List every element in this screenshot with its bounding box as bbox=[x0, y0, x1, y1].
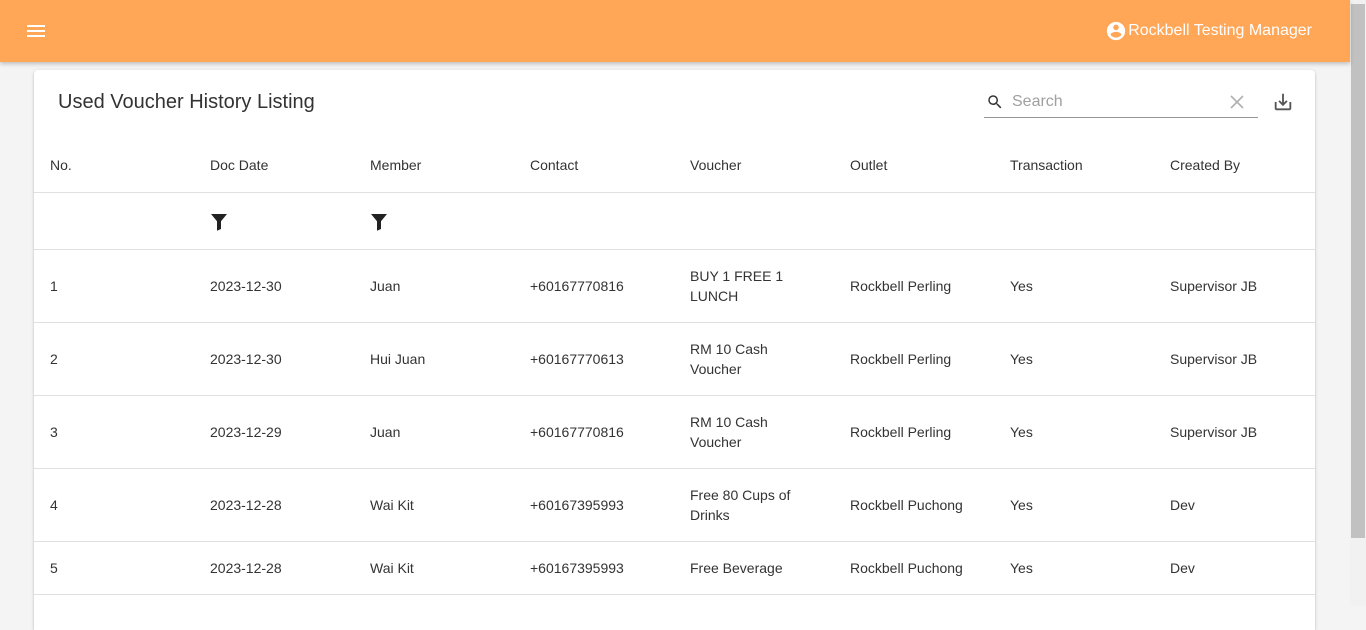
cell-voucher: RM 10 Cash Voucher bbox=[674, 395, 834, 469]
table-row[interactable]: 1 2023-12-30 Juan +60167770816 BUY 1 FRE… bbox=[34, 249, 1315, 323]
column-header-doc-date[interactable]: Doc Date bbox=[194, 138, 354, 193]
table-row[interactable]: 3 2023-12-29 Juan +60167770816 RM 10 Cas… bbox=[34, 395, 1315, 469]
cell-transaction: Yes bbox=[994, 541, 1154, 595]
table-row[interactable]: 2 2023-12-30 Hui Juan +60167770613 RM 10… bbox=[34, 322, 1315, 396]
cell-doc-date: 2023-12-28 bbox=[194, 541, 354, 595]
cell-no: 3 bbox=[34, 395, 194, 469]
cell-doc-date: 2023-12-30 bbox=[194, 322, 354, 396]
cell-doc-date: 2023-12-30 bbox=[194, 249, 354, 323]
voucher-history-table: No. Doc Date Member Contact Voucher Outl… bbox=[34, 138, 1315, 595]
column-header-created-by[interactable]: Created By bbox=[1154, 138, 1315, 193]
column-header-contact[interactable]: Contact bbox=[514, 138, 674, 193]
page-title: Used Voucher History Listing bbox=[58, 91, 315, 113]
filter-cell-empty bbox=[674, 192, 834, 250]
cell-transaction: Yes bbox=[994, 249, 1154, 323]
user-name: Rockbell Testing Manager bbox=[1128, 22, 1312, 39]
cell-member: Juan bbox=[354, 249, 514, 323]
cell-no: 4 bbox=[34, 468, 194, 542]
cell-transaction: Yes bbox=[994, 322, 1154, 396]
column-header-member[interactable]: Member bbox=[354, 138, 514, 193]
cell-member: Wai Kit bbox=[354, 541, 514, 595]
cell-doc-date: 2023-12-29 bbox=[194, 395, 354, 469]
filter-icon[interactable] bbox=[370, 213, 388, 236]
filter-cell-empty bbox=[834, 192, 994, 250]
cell-no: 2 bbox=[34, 322, 194, 396]
filter-cell-empty bbox=[1154, 192, 1315, 250]
cell-created-by: Supervisor JB bbox=[1154, 395, 1315, 469]
cell-created-by: Dev bbox=[1154, 541, 1315, 595]
cell-outlet: Rockbell Perling bbox=[834, 249, 994, 323]
cell-doc-date: 2023-12-28 bbox=[194, 468, 354, 542]
cell-transaction: Yes bbox=[994, 395, 1154, 469]
account-circle-icon bbox=[1107, 21, 1126, 41]
cell-outlet: Rockbell Perling bbox=[834, 322, 994, 396]
column-header-transaction[interactable]: Transaction bbox=[994, 138, 1154, 193]
table-row[interactable]: 4 2023-12-28 Wai Kit +60167395993 Free 8… bbox=[34, 468, 1315, 542]
cell-outlet: Rockbell Puchong bbox=[834, 468, 994, 542]
cell-created-by: Supervisor JB bbox=[1154, 249, 1315, 323]
table-header-row: No. Doc Date Member Contact Voucher Outl… bbox=[34, 138, 1315, 193]
cell-outlet: Rockbell Perling bbox=[834, 395, 994, 469]
cell-outlet: Rockbell Puchong bbox=[834, 541, 994, 595]
cell-voucher: Free Beverage bbox=[674, 541, 834, 595]
cell-contact: +60167770613 bbox=[514, 322, 674, 396]
filter-cell-member bbox=[354, 192, 514, 250]
cell-contact: +60167395993 bbox=[514, 541, 674, 595]
search-input[interactable] bbox=[1012, 90, 1212, 114]
cell-no: 1 bbox=[34, 249, 194, 323]
column-header-no[interactable]: No. bbox=[34, 138, 194, 193]
scrollbar-thumb[interactable] bbox=[1351, 4, 1365, 538]
filter-row bbox=[34, 192, 1315, 250]
column-header-outlet[interactable]: Outlet bbox=[834, 138, 994, 193]
cell-member: Juan bbox=[354, 395, 514, 469]
page-scrollbar[interactable] bbox=[1350, 0, 1366, 606]
filter-cell-empty bbox=[994, 192, 1154, 250]
filter-cell-doc-date bbox=[194, 192, 354, 250]
user-menu-button[interactable]: Rockbell Testing Manager bbox=[1105, 19, 1312, 43]
menu-icon[interactable] bbox=[24, 19, 48, 43]
table-row[interactable]: 5 2023-12-28 Wai Kit +60167395993 Free B… bbox=[34, 541, 1315, 595]
cell-member: Wai Kit bbox=[354, 468, 514, 542]
column-header-voucher[interactable]: Voucher bbox=[674, 138, 834, 193]
close-icon[interactable] bbox=[1230, 95, 1244, 114]
app-bar: Rockbell Testing Manager bbox=[0, 0, 1350, 62]
cell-contact: +60167770816 bbox=[514, 395, 674, 469]
search-icon bbox=[986, 93, 1004, 116]
listing-card: Used Voucher History Listing No. Doc Dat… bbox=[34, 70, 1315, 630]
search-field bbox=[984, 85, 1258, 118]
cell-created-by: Dev bbox=[1154, 468, 1315, 542]
cell-created-by: Supervisor JB bbox=[1154, 322, 1315, 396]
download-icon[interactable] bbox=[1272, 91, 1294, 118]
cell-transaction: Yes bbox=[994, 468, 1154, 542]
filter-cell-empty bbox=[34, 192, 194, 250]
cell-voucher: RM 10 Cash Voucher bbox=[674, 322, 834, 396]
cell-voucher: BUY 1 FREE 1 LUNCH bbox=[674, 249, 834, 323]
cell-voucher: Free 80 Cups of Drinks bbox=[674, 468, 834, 542]
cell-contact: +60167395993 bbox=[514, 468, 674, 542]
cell-member: Hui Juan bbox=[354, 322, 514, 396]
filter-icon[interactable] bbox=[210, 213, 228, 236]
cell-contact: +60167770816 bbox=[514, 249, 674, 323]
cell-no: 5 bbox=[34, 541, 194, 595]
filter-cell-empty bbox=[514, 192, 674, 250]
